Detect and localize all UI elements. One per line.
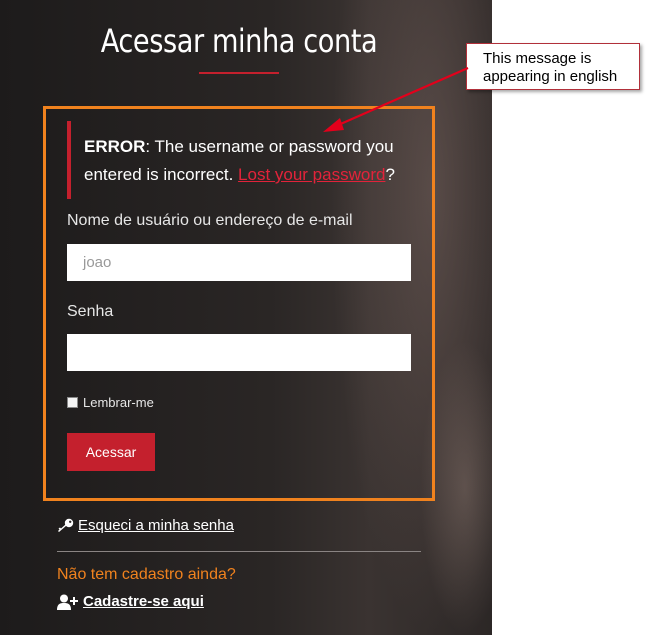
annotation-arrow: [323, 66, 469, 132]
